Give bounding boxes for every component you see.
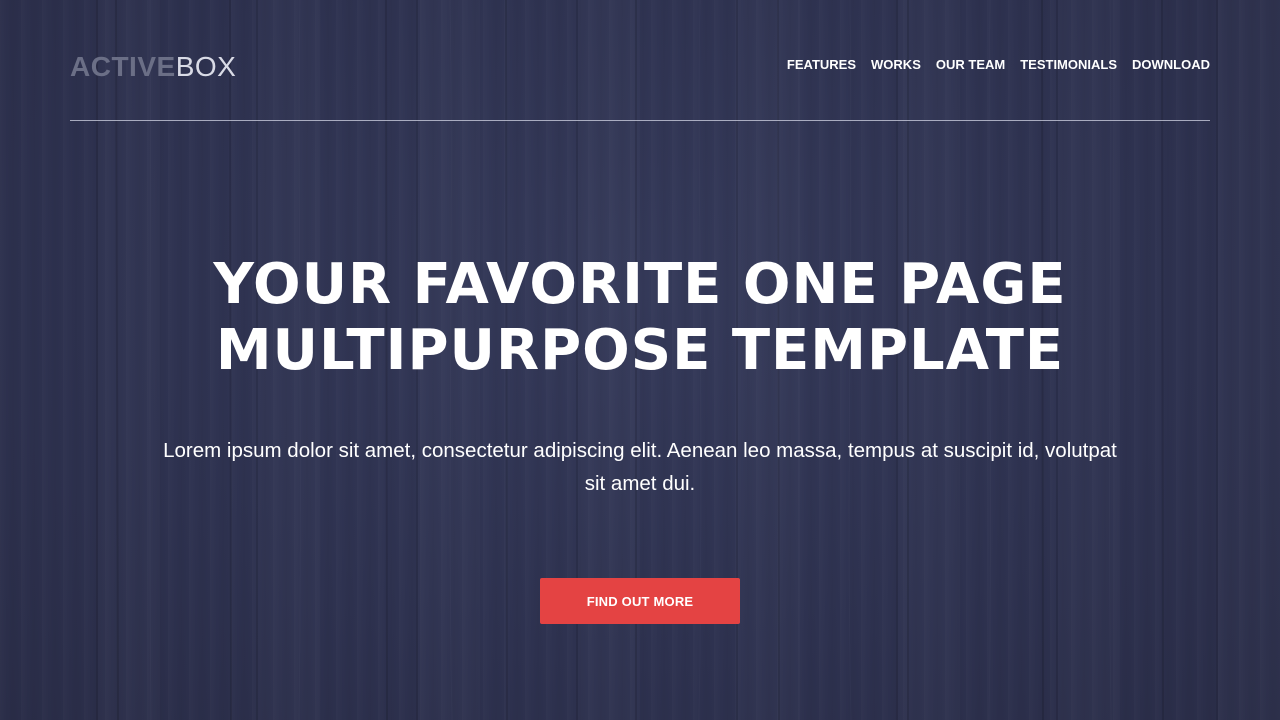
nav-item-features[interactable]: FEATURES <box>787 57 856 73</box>
hero-lead-text: Lorem ipsum dolor sit amet, consectetur … <box>163 439 1117 495</box>
nav-item-testimonials[interactable]: TESTIMONIALS <box>1020 57 1117 73</box>
hero-section: ACTIVEBOX FEATURES WORKS OUR TEAM TESTIM… <box>0 0 1280 720</box>
main-nav: FEATURES WORKS OUR TEAM TESTIMONIALS DOW… <box>787 57 1210 73</box>
site-header: ACTIVEBOX FEATURES WORKS OUR TEAM TESTIM… <box>70 0 1210 121</box>
nav-item-our-team[interactable]: OUR TEAM <box>936 57 1005 73</box>
nav-item-download[interactable]: DOWNLOAD <box>1132 57 1210 73</box>
find-out-more-button[interactable]: FIND OUT MORE <box>540 578 740 624</box>
brand-logo[interactable]: ACTIVEBOX <box>70 52 236 82</box>
hero-headline: YOUR FAVORITE ONE PAGE MULTIPURPOSE TEMP… <box>0 252 1280 384</box>
header-divider <box>70 120 1210 121</box>
nav-item-works[interactable]: WORKS <box>871 57 921 73</box>
hero-headline-line-1: YOUR FAVORITE ONE PAGE <box>213 252 1067 317</box>
logo-text-bold: ACTIVE <box>70 51 176 82</box>
hero-headline-line-2: MULTIPURPOSE TEMPLATE <box>215 318 1065 383</box>
logo-text-light: BOX <box>175 51 237 82</box>
